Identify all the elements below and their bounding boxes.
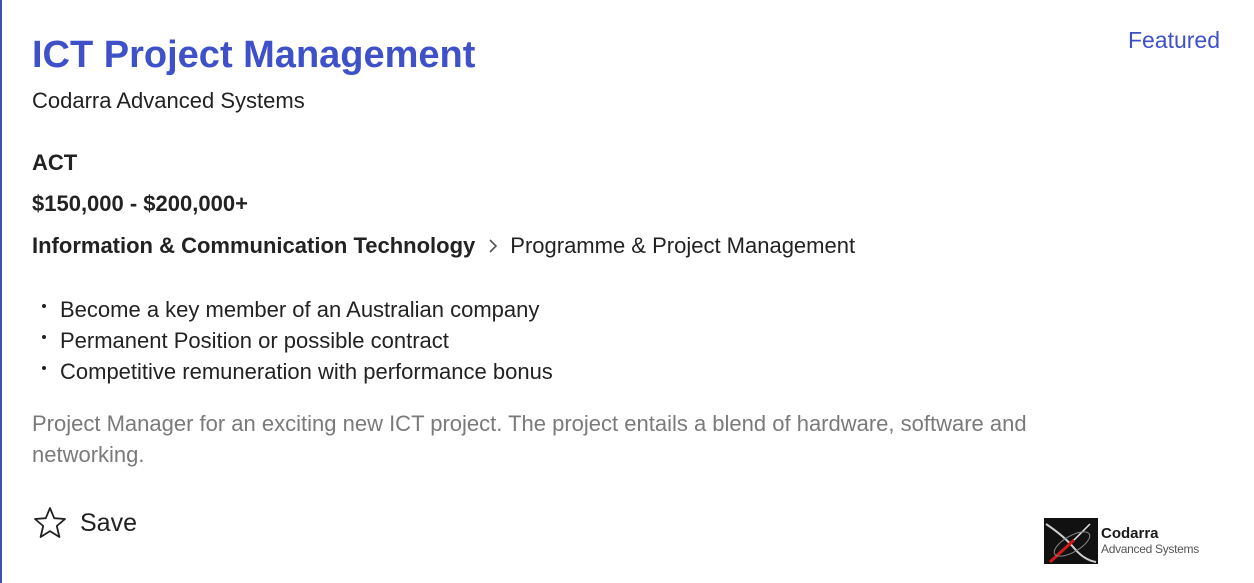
job-card[interactable]: ICT Project Management Featured Codarra … xyxy=(0,0,1254,583)
list-item: Competitive remuneration with performanc… xyxy=(40,356,553,387)
classification-link[interactable]: Information & Communication Technology xyxy=(32,232,475,260)
job-location[interactable]: ACT xyxy=(32,150,77,176)
save-label: Save xyxy=(80,509,137,537)
list-item: Become a key member of an Australian com… xyxy=(40,294,553,325)
bullet-icon xyxy=(42,366,46,370)
company-logo: Codarra Advanced Systems xyxy=(1044,518,1224,564)
featured-badge: Featured xyxy=(1127,27,1220,53)
bullet-icon xyxy=(42,304,46,308)
logo-name-line1: Codarra xyxy=(1101,525,1159,542)
job-salary: $150,000 - $200,000+ xyxy=(32,191,248,216)
job-title-link[interactable]: ICT Project Management xyxy=(32,32,475,78)
chevron-right-icon xyxy=(489,239,498,253)
selling-point-text: Permanent Position or possible contract xyxy=(60,328,449,353)
company-link[interactable]: Codarra Advanced Systems xyxy=(32,88,305,114)
selling-points-list: Become a key member of an Australian com… xyxy=(40,294,553,387)
star-outline-icon xyxy=(34,507,66,538)
job-teaser: Project Manager for an exciting new ICT … xyxy=(32,411,1027,467)
codarra-logo-mark xyxy=(1044,518,1098,564)
bullet-icon xyxy=(42,335,46,339)
selling-point-text: Become a key member of an Australian com… xyxy=(60,297,540,322)
logo-name-line2: Advanced Systems xyxy=(1101,542,1199,556)
logo-wordmark: Codarra Advanced Systems xyxy=(1098,518,1199,564)
list-item: Permanent Position or possible contract xyxy=(40,325,553,356)
subclassification-link[interactable]: Programme & Project Management xyxy=(510,232,855,260)
save-job-button[interactable]: Save xyxy=(32,505,137,541)
selling-point-text: Competitive remuneration with performanc… xyxy=(60,359,553,384)
job-classification: Information & Communication Technology P… xyxy=(32,232,855,260)
